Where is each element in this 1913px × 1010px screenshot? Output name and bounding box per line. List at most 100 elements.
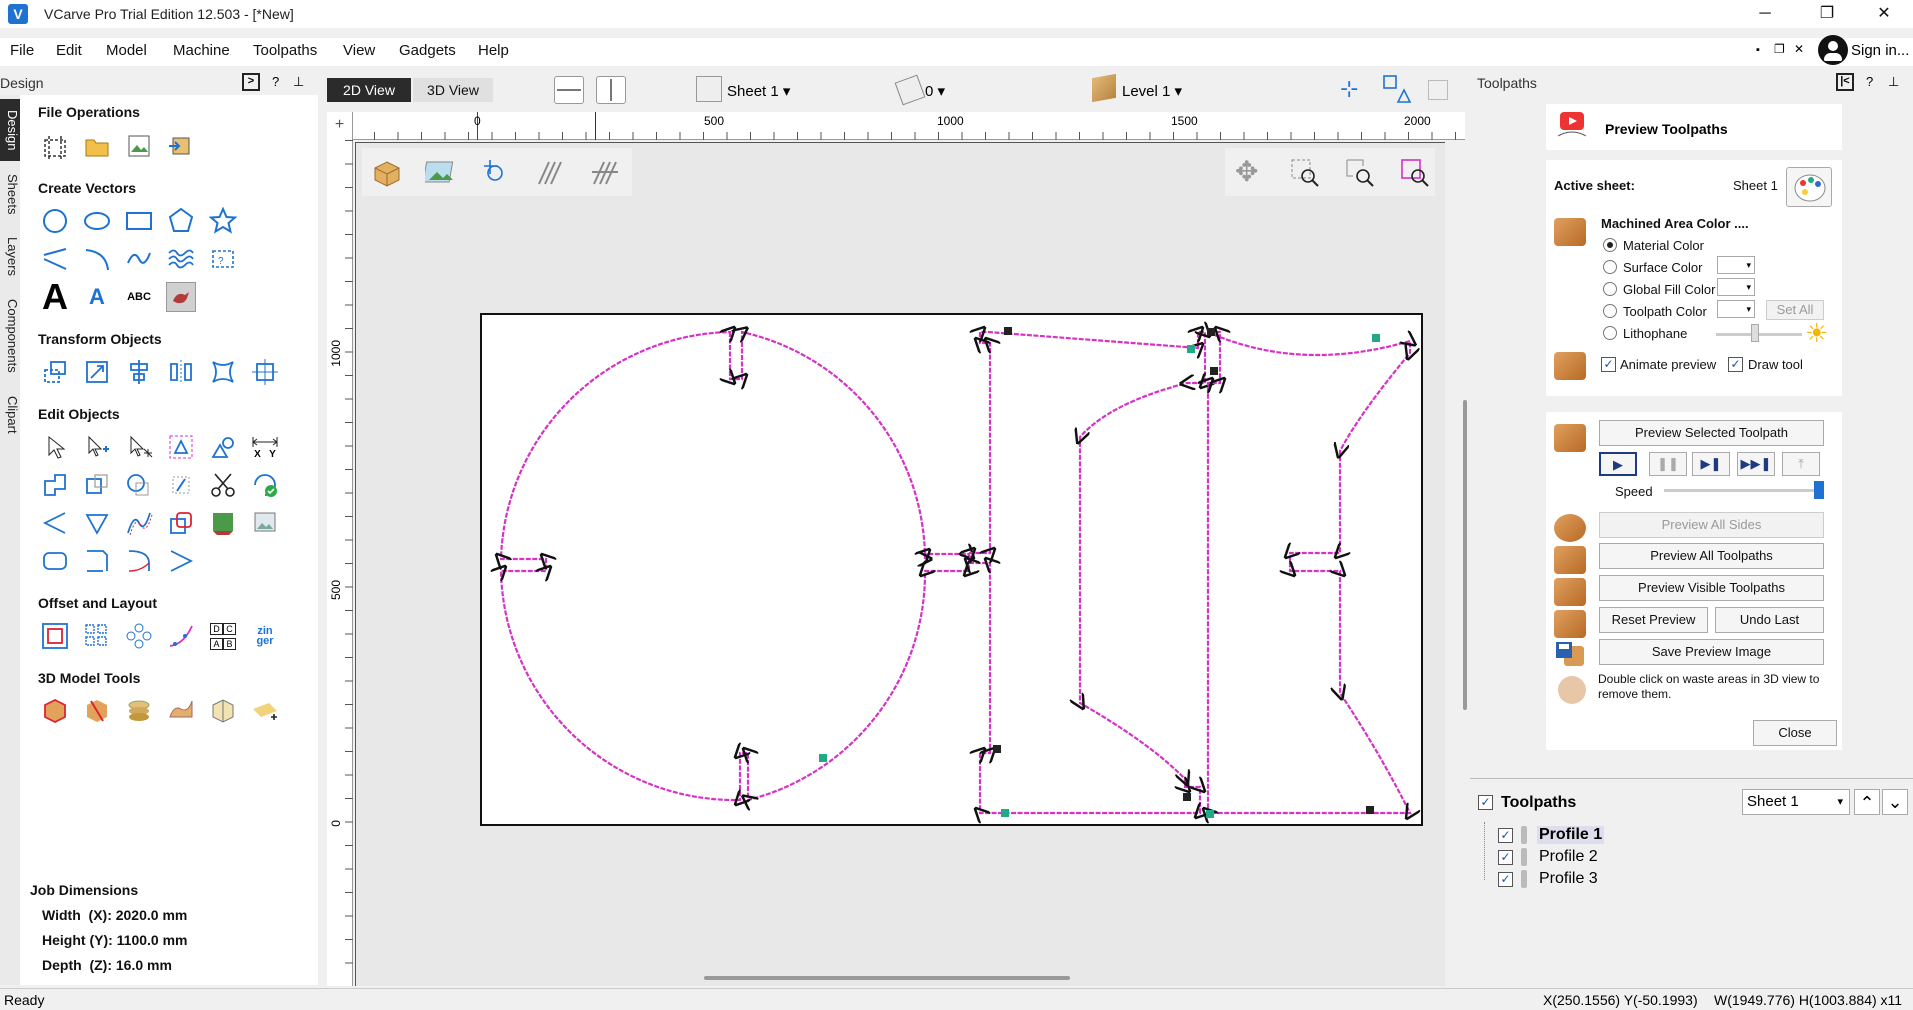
3d-slice-icon[interactable] [82, 696, 112, 726]
restore-button[interactable]: ❐ [1805, 2, 1849, 26]
tab-sheets[interactable]: Sheets [0, 165, 20, 223]
rounded-rect-icon[interactable] [40, 546, 70, 576]
toolpath-preview-icon[interactable] [590, 158, 620, 188]
toolpath-sheet-select[interactable]: Sheet 1 ▾ [1742, 789, 1850, 815]
toolpath-drawing[interactable] [480, 313, 1423, 826]
star-tool-icon[interactable] [208, 206, 238, 236]
pin-panel-icon[interactable]: > [242, 73, 260, 91]
3d-cube-import-icon[interactable] [208, 696, 238, 726]
menu-machine[interactable]: Machine [173, 42, 230, 59]
polygon-tool-icon[interactable] [166, 206, 196, 236]
nest-tool-icon[interactable] [250, 357, 280, 387]
arc-tool-icon[interactable] [82, 244, 112, 274]
offset-corner-icon[interactable] [166, 508, 196, 538]
copy-along-vector-icon[interactable] [166, 621, 196, 651]
distort-tool-icon[interactable] [208, 357, 238, 387]
smooth-vector-icon[interactable] [124, 508, 154, 538]
radio-toolpath-color[interactable] [1603, 304, 1617, 318]
toolpath-circle[interactable] [501, 332, 969, 800]
trim-vector-icon[interactable] [82, 508, 112, 538]
3d-wave-icon[interactable] [166, 696, 196, 726]
speed-slider[interactable] [1664, 489, 1822, 492]
reset-preview-button[interactable]: Reset Preview [1599, 607, 1708, 633]
intersect-vectors-icon[interactable] [124, 470, 154, 500]
mdi-restore-button[interactable]: ❐ [1774, 42, 1785, 56]
fast-forward-button[interactable]: ▶▶❚ [1737, 452, 1775, 476]
pan-icon[interactable]: ✥ [1235, 158, 1258, 186]
radio-surface-color[interactable] [1603, 260, 1617, 274]
toolpath-profile-3[interactable]: Profile 3 [1539, 870, 1598, 888]
snap-grid-icon[interactable] [480, 158, 510, 188]
preview-visible-button[interactable]: Preview Visible Toolpaths [1599, 575, 1824, 601]
design-help-icon[interactable]: ? [272, 74, 279, 89]
node-edit-icon[interactable] [82, 432, 112, 462]
new-file-icon[interactable] [40, 131, 70, 161]
extend-vector-icon[interactable] [40, 508, 70, 538]
weld-vectors-icon[interactable] [40, 470, 70, 500]
material-setup-icon[interactable] [372, 158, 402, 188]
scissors-icon[interactable] [208, 470, 238, 500]
save-preview-image-button[interactable]: Save Preview Image [1599, 639, 1824, 665]
ruler-origin-icon[interactable]: + [327, 112, 353, 140]
align-tool-icon[interactable] [124, 357, 154, 387]
measure-tool-icon[interactable]: XY [250, 432, 280, 462]
drawing-plate-icon[interactable] [208, 508, 238, 538]
snap-icon[interactable]: ⊹ [1340, 76, 1358, 102]
wave-tool-icon[interactable] [166, 244, 196, 274]
lithophane-slider-thumb[interactable] [1751, 324, 1759, 342]
interactive-select-icon[interactable] [124, 432, 154, 462]
text-on-curve-icon[interactable]: ABC [124, 282, 154, 312]
ellipse-tool-icon[interactable] [82, 206, 112, 236]
profile-2-checkbox[interactable]: ✓ [1498, 850, 1513, 865]
3d-clipart-icon[interactable] [40, 696, 70, 726]
select-similar-icon[interactable] [208, 432, 238, 462]
preview-selected-button[interactable]: Preview Selected Toolpath [1599, 420, 1824, 446]
preview-all-sides-button[interactable]: Preview All Sides [1599, 512, 1824, 538]
menu-file[interactable]: File [10, 42, 34, 59]
select-by-shape-icon[interactable] [166, 432, 196, 462]
tab-2d-view[interactable]: 2D View [327, 78, 411, 102]
menu-view[interactable]: View [343, 42, 375, 59]
preview-all-button[interactable]: Preview All Toolpaths [1599, 543, 1824, 569]
auto-layout-text-icon[interactable]: A [82, 282, 112, 312]
split-horizontal-icon[interactable] [554, 76, 584, 104]
menu-gadgets[interactable]: Gadgets [399, 42, 456, 59]
subtract-vectors-icon[interactable] [82, 470, 112, 500]
global-fill-swatch[interactable]: ▾ [1717, 278, 1755, 296]
import-image-icon[interactable] [124, 131, 154, 161]
trace-bitmap-icon[interactable] [166, 282, 196, 312]
minimize-button[interactable]: ─ [1743, 2, 1787, 26]
draw-text-icon[interactable]: A [40, 276, 70, 317]
play-button[interactable]: ▶ [1599, 452, 1637, 476]
toolpath-color-swatch[interactable]: ▾ [1717, 300, 1755, 318]
move-toolpath-up-button[interactable]: ⌃ [1854, 789, 1880, 815]
arc-fit-icon[interactable] [124, 546, 154, 576]
nesting-icon[interactable]: D C A B [208, 621, 238, 651]
tab-3d-view[interactable]: 3D View [413, 78, 493, 102]
menu-toolpaths[interactable]: Toolpaths [253, 42, 317, 59]
radio-lithophane[interactable] [1603, 326, 1617, 340]
radio-material-color[interactable] [1603, 238, 1617, 252]
layer-dropdown[interactable]: 0 ▾ [925, 82, 945, 100]
show-bitmap-icon[interactable] [422, 160, 455, 186]
zoom-out-icon[interactable] [1345, 158, 1375, 188]
circle-tool-icon[interactable] [40, 206, 70, 236]
user-avatar-icon[interactable] [1818, 35, 1848, 65]
horizontal-scrollbar[interactable] [704, 976, 1070, 980]
toolpath-right-part[interactable] [1208, 332, 1410, 813]
animate-preview-checkbox[interactable]: ✓ [1601, 357, 1616, 372]
vectric-zinger-icon[interactable]: zin ger [250, 621, 280, 651]
tab-layers[interactable]: Layers [0, 227, 20, 287]
toolpaths-help-icon[interactable]: ? [1866, 74, 1873, 89]
show-toolpaths-icon[interactable] [535, 158, 565, 188]
select-tool-icon[interactable] [40, 432, 70, 462]
undo-last-button[interactable]: Undo Last [1715, 607, 1824, 633]
lithophane-slider[interactable] [1716, 333, 1802, 336]
close-button[interactable]: ✕ [1862, 2, 1906, 26]
fillet-tool-icon[interactable] [166, 470, 196, 500]
step-forward-button[interactable]: ▶❚ [1692, 452, 1730, 476]
surface-color-swatch[interactable]: ▾ [1717, 256, 1755, 274]
split-vertical-icon[interactable] [596, 76, 626, 104]
level-dropdown[interactable]: Level 1 ▾ [1122, 82, 1182, 100]
sheet-dropdown[interactable]: Sheet 1 ▾ [727, 82, 790, 100]
